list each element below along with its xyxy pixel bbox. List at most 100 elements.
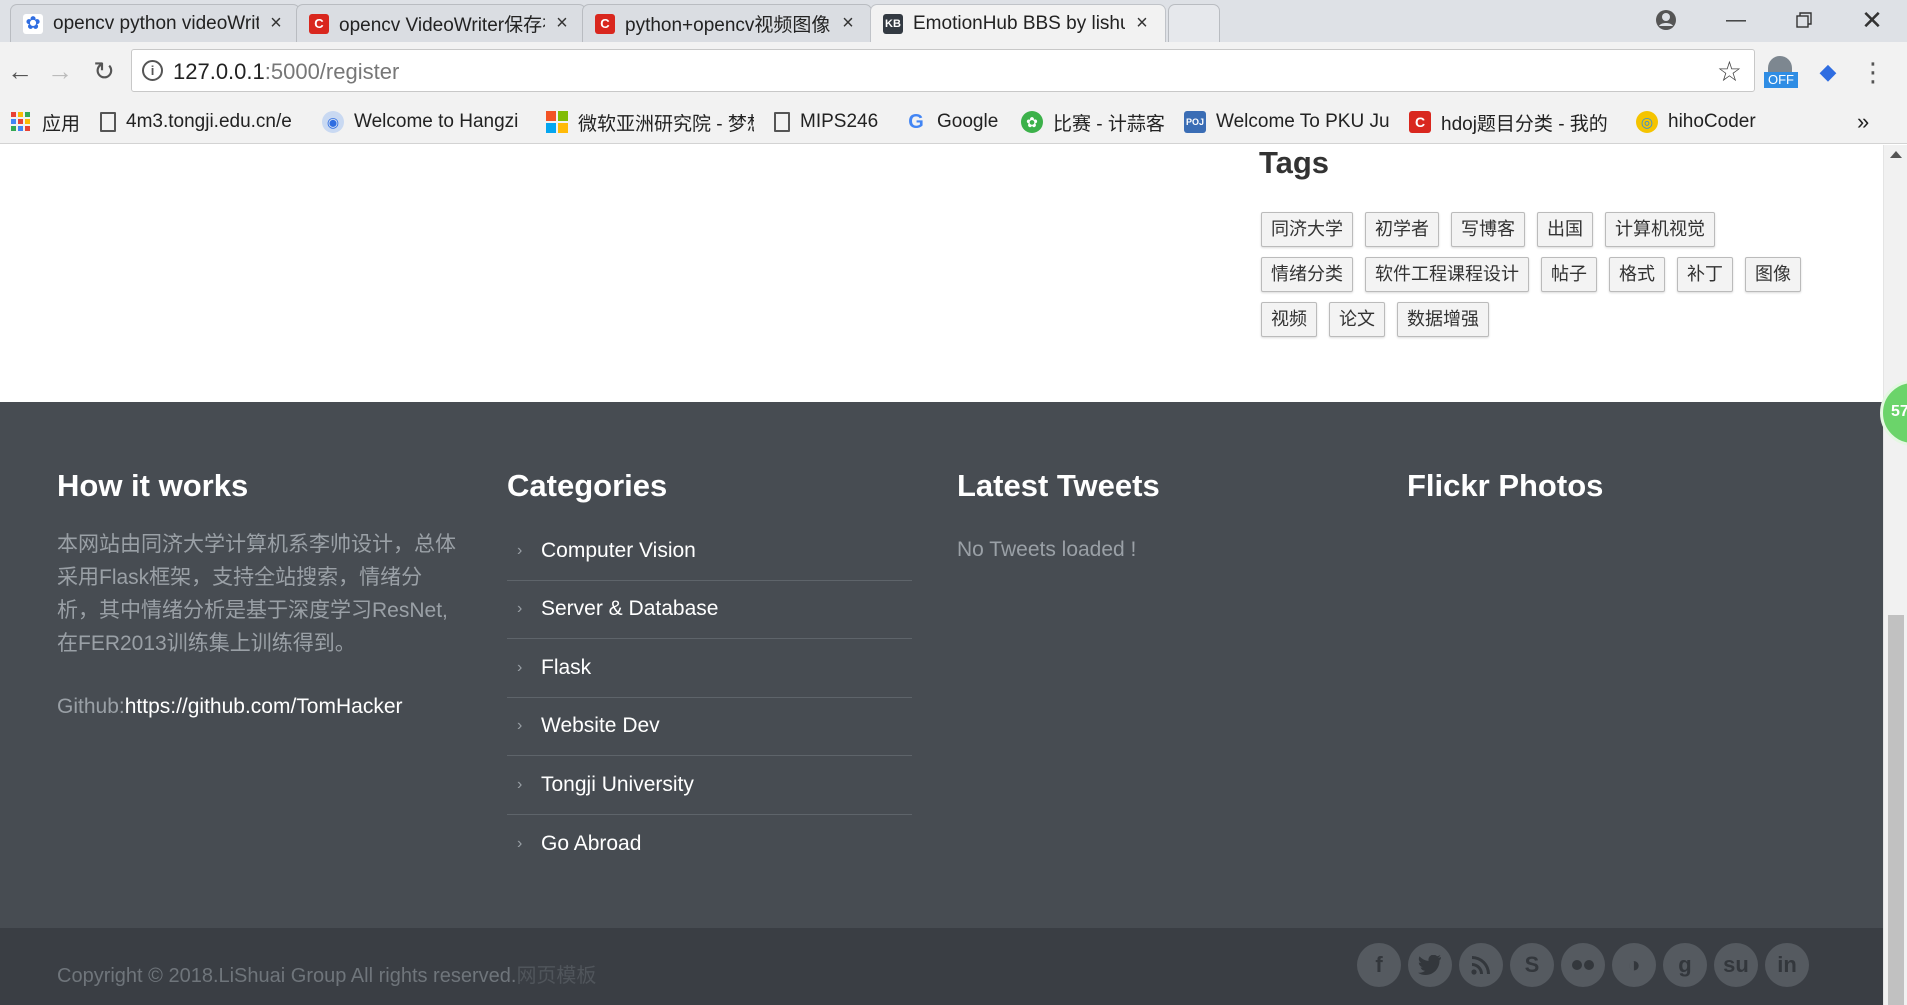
address-bar[interactable]: i 127.0.0.1:5000/register ☆ xyxy=(131,49,1755,92)
bookmark-apps[interactable]: 应用 xyxy=(10,108,80,136)
tab-opencv-python[interactable]: ✿ opencv python videoWriter × xyxy=(10,4,300,42)
garlic-icon: ✿ xyxy=(1021,111,1043,133)
bookmarks-overflow-icon[interactable]: » xyxy=(1857,108,1869,136)
bookmarks-bar: 应用 4m3.tongji.edu.cn/e ◉ Welcome to Hang… xyxy=(0,100,1907,144)
bookmark-4m3[interactable]: 4m3.tongji.edu.cn/e xyxy=(100,108,305,136)
tab-emotionhub[interactable]: KB EmotionHub BBS by lishuai × xyxy=(870,4,1166,42)
tag-link[interactable]: 格式 xyxy=(1609,257,1665,292)
tab-strip: ✿ opencv python videoWriter × C opencv V… xyxy=(0,0,1907,42)
restore-icon[interactable] xyxy=(1772,0,1836,40)
tab-title: EmotionHub BBS by lishuai xyxy=(913,12,1125,34)
category-label: Website Dev xyxy=(541,714,660,738)
tab-close-icon[interactable]: × xyxy=(553,12,571,35)
bookmark-label: Welcome to Hangzi xyxy=(354,111,519,132)
tag-link[interactable]: 视频 xyxy=(1261,302,1317,337)
tag-link[interactable]: 论文 xyxy=(1329,302,1385,337)
bookmark-star-icon[interactable]: ☆ xyxy=(1717,55,1742,88)
tab-title: opencv VideoWriter保存视频 xyxy=(339,15,545,36)
how-it-works-heading: How it works xyxy=(57,468,249,503)
bookmark-msra[interactable]: 微软亚洲研究院 - 梦想 xyxy=(546,108,754,136)
tag-link[interactable]: 软件工程课程设计 xyxy=(1365,257,1529,292)
bookmark-poj[interactable]: POJ Welcome To PKU Ju xyxy=(1184,108,1390,136)
bookmark-jisuanke[interactable]: ✿ 比赛 - 计蒜客 xyxy=(1021,108,1165,136)
url-text[interactable]: 127.0.0.1:5000/register xyxy=(173,59,399,85)
tab-videowriter[interactable]: C opencv VideoWriter保存视频 × xyxy=(296,4,586,42)
page-scrollbar[interactable] xyxy=(1883,145,1907,1005)
windows-icon xyxy=(546,111,568,133)
category-item[interactable]: › Website Dev xyxy=(507,698,912,756)
dribbble-icon[interactable]: ◑ xyxy=(1612,943,1656,987)
chevron-right-icon: › xyxy=(517,717,523,735)
flickr-photos-heading: Flickr Photos xyxy=(1407,468,1604,503)
category-label: Go Abroad xyxy=(541,831,642,855)
kb-icon: KB xyxy=(883,13,903,34)
close-window-icon[interactable]: ✕ xyxy=(1840,0,1904,40)
social-links: f S ◑ g su in xyxy=(1357,943,1816,987)
category-item[interactable]: › Flask xyxy=(507,639,912,698)
tab-close-icon[interactable]: × xyxy=(839,12,857,35)
browser-toolbar: ← → ↻ i 127.0.0.1:5000/register ☆ OFF ◆ … xyxy=(0,42,1907,100)
template-link[interactable]: 网页模板 xyxy=(516,965,596,987)
tab-close-icon[interactable]: × xyxy=(267,12,285,35)
tags-heading: Tags xyxy=(1259,145,1330,180)
tag-link[interactable]: 情绪分类 xyxy=(1261,257,1353,292)
category-label: Flask xyxy=(541,655,592,679)
github-line: Github:https://github.com/TomHacker xyxy=(57,695,403,719)
tag-link[interactable]: 写博客 xyxy=(1451,212,1525,247)
graduation-cap-icon[interactable]: ◆ xyxy=(1812,56,1844,88)
categories-heading: Categories xyxy=(507,468,668,503)
new-tab-button[interactable] xyxy=(1168,4,1220,42)
tweets-empty-text: No Tweets loaded ! xyxy=(957,538,1137,561)
stumbleupon-icon[interactable]: su xyxy=(1714,943,1758,987)
tag-link[interactable]: 计算机视觉 xyxy=(1605,212,1715,247)
category-item[interactable]: › Tongji University xyxy=(507,756,912,815)
tab-python-opencv[interactable]: C python+opencv视频图像 × xyxy=(582,4,872,42)
facebook-icon[interactable]: f xyxy=(1357,943,1401,987)
tag-link[interactable]: 图像 xyxy=(1745,257,1801,292)
paw-icon: ✿ xyxy=(23,13,43,34)
about-text: 本网站由同济大学计算机系李帅设计，总体采用Flask框架，支持全站搜索，情绪分析… xyxy=(57,533,456,655)
github-link[interactable]: https://github.com/TomHacker xyxy=(125,695,403,718)
chevron-right-icon: › xyxy=(517,834,523,852)
scroll-up-icon[interactable] xyxy=(1890,151,1902,158)
category-item[interactable]: › Go Abroad xyxy=(507,815,912,874)
bookmark-mips246[interactable]: MIPS246 xyxy=(774,108,878,136)
tag-link[interactable]: 初学者 xyxy=(1365,212,1439,247)
tab-close-icon[interactable]: × xyxy=(1133,12,1151,35)
hihocoder-icon: ◎ xyxy=(1636,111,1658,133)
scrollbar-thumb[interactable] xyxy=(1888,615,1904,1005)
tag-link[interactable]: 出国 xyxy=(1537,212,1593,247)
bookmark-hdoj[interactable]: C hdoj题目分类 - 我的 xyxy=(1409,108,1619,136)
category-item[interactable]: › Server & Database xyxy=(507,581,912,639)
tag-link[interactable]: 帖子 xyxy=(1541,257,1597,292)
bookmark-label: 4m3.tongji.edu.cn/e xyxy=(126,111,292,132)
poj-icon: POJ xyxy=(1184,111,1206,133)
google-icon[interactable]: g xyxy=(1663,943,1707,987)
menu-icon[interactable]: ⋮ xyxy=(1858,56,1888,88)
minimize-icon[interactable]: — xyxy=(1704,0,1768,40)
linkedin-icon[interactable]: in xyxy=(1765,943,1809,987)
copyright-bar: Copyright © 2018.LiShuai Group All right… xyxy=(0,928,1883,1005)
forward-icon[interactable]: → xyxy=(42,53,78,89)
flickr-icon[interactable] xyxy=(1561,943,1605,987)
category-label: Tongji University xyxy=(541,772,694,796)
twitter-icon[interactable] xyxy=(1408,943,1452,987)
rss-icon[interactable] xyxy=(1459,943,1503,987)
latest-tweets-heading: Latest Tweets xyxy=(957,468,1160,503)
profile-icon[interactable] xyxy=(1634,0,1698,40)
category-item[interactable]: › Computer Vision xyxy=(507,522,912,581)
bookmark-google[interactable]: G Google xyxy=(905,108,998,136)
extension-off-button[interactable]: OFF xyxy=(1764,56,1798,88)
tag-link[interactable]: 补丁 xyxy=(1677,257,1733,292)
globe-icon: ◉ xyxy=(322,111,344,133)
bookmark-hihocoder[interactable]: ◎ hihoCoder xyxy=(1636,108,1756,136)
info-icon[interactable]: i xyxy=(142,60,163,81)
bookmark-hangzhou[interactable]: ◉ Welcome to Hangzi xyxy=(322,108,528,136)
tag-link[interactable]: 同济大学 xyxy=(1261,212,1353,247)
back-icon[interactable]: ← xyxy=(2,53,38,89)
csdn-icon: C xyxy=(595,13,615,34)
reload-icon[interactable]: ↻ xyxy=(86,53,122,89)
tag-link[interactable]: 数据增强 xyxy=(1397,302,1489,337)
skype-icon[interactable]: S xyxy=(1510,943,1554,987)
page-icon xyxy=(100,112,116,132)
